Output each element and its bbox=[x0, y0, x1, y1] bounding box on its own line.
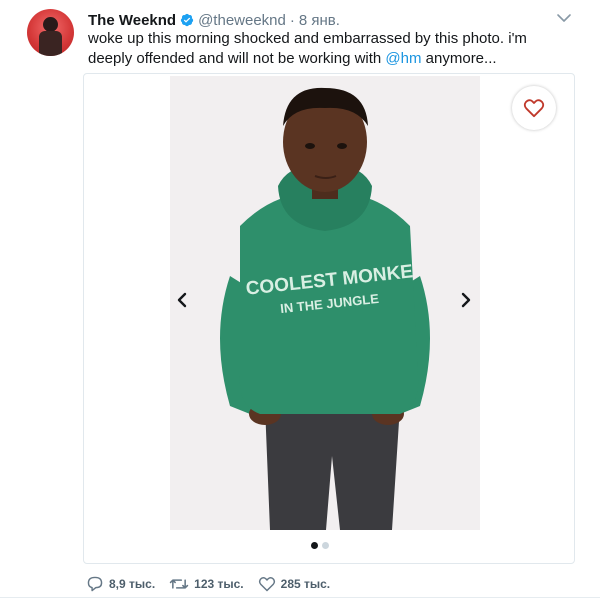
tweet-actions: 8,9 тыс. 123 тыс. 285 тыс. bbox=[86, 574, 344, 594]
next-image-button[interactable] bbox=[446, 270, 486, 330]
arrow-left-icon bbox=[177, 292, 187, 308]
pager-dot-1[interactable] bbox=[311, 542, 318, 549]
tweet-date[interactable]: 8 янв. bbox=[299, 12, 340, 29]
reply-icon bbox=[87, 576, 103, 592]
like-action[interactable]: 285 тыс. bbox=[258, 576, 331, 592]
mention-link[interactable]: @hm bbox=[385, 50, 421, 67]
previous-image-button[interactable] bbox=[162, 270, 202, 330]
bottom-divider bbox=[0, 597, 600, 598]
tweet: The Weeknd @theweeknd · 8 янв. woke up t… bbox=[0, 0, 600, 600]
photo-illustration: COOLEST MONKE IN THE JUNGLE bbox=[220, 87, 430, 530]
avatar[interactable] bbox=[27, 9, 74, 56]
tweet-text: woke up this morning shocked and embarra… bbox=[88, 29, 558, 69]
like-icon bbox=[258, 577, 275, 592]
tweet-text-end: anymore... bbox=[421, 50, 497, 67]
image-pager bbox=[311, 542, 329, 549]
like-count: 285 тыс. bbox=[280, 577, 331, 591]
heart-icon bbox=[523, 99, 545, 118]
retweet-icon bbox=[169, 579, 189, 589]
author-handle[interactable]: @theweeknd bbox=[198, 12, 286, 29]
avatar-head bbox=[43, 17, 58, 32]
retweet-action[interactable]: 123 тыс. bbox=[169, 577, 244, 591]
avatar-body bbox=[39, 31, 62, 56]
author-name[interactable]: The Weeknd bbox=[88, 12, 176, 29]
verified-icon bbox=[180, 13, 194, 27]
favorite-button[interactable] bbox=[512, 86, 556, 130]
reply-action[interactable]: 8,9 тыс. bbox=[86, 576, 155, 592]
chevron-down-icon[interactable] bbox=[556, 12, 572, 24]
retweet-count: 123 тыс. bbox=[194, 577, 244, 591]
reply-count: 8,9 тыс. bbox=[109, 577, 156, 591]
pager-dot-2[interactable] bbox=[322, 542, 329, 549]
separator-dot: · bbox=[289, 11, 295, 29]
tweet-header: The Weeknd @theweeknd · 8 янв. bbox=[88, 10, 340, 30]
product-photo[interactable]: COOLEST MONKE IN THE JUNGLE bbox=[170, 76, 480, 530]
arrow-right-icon bbox=[461, 292, 471, 308]
